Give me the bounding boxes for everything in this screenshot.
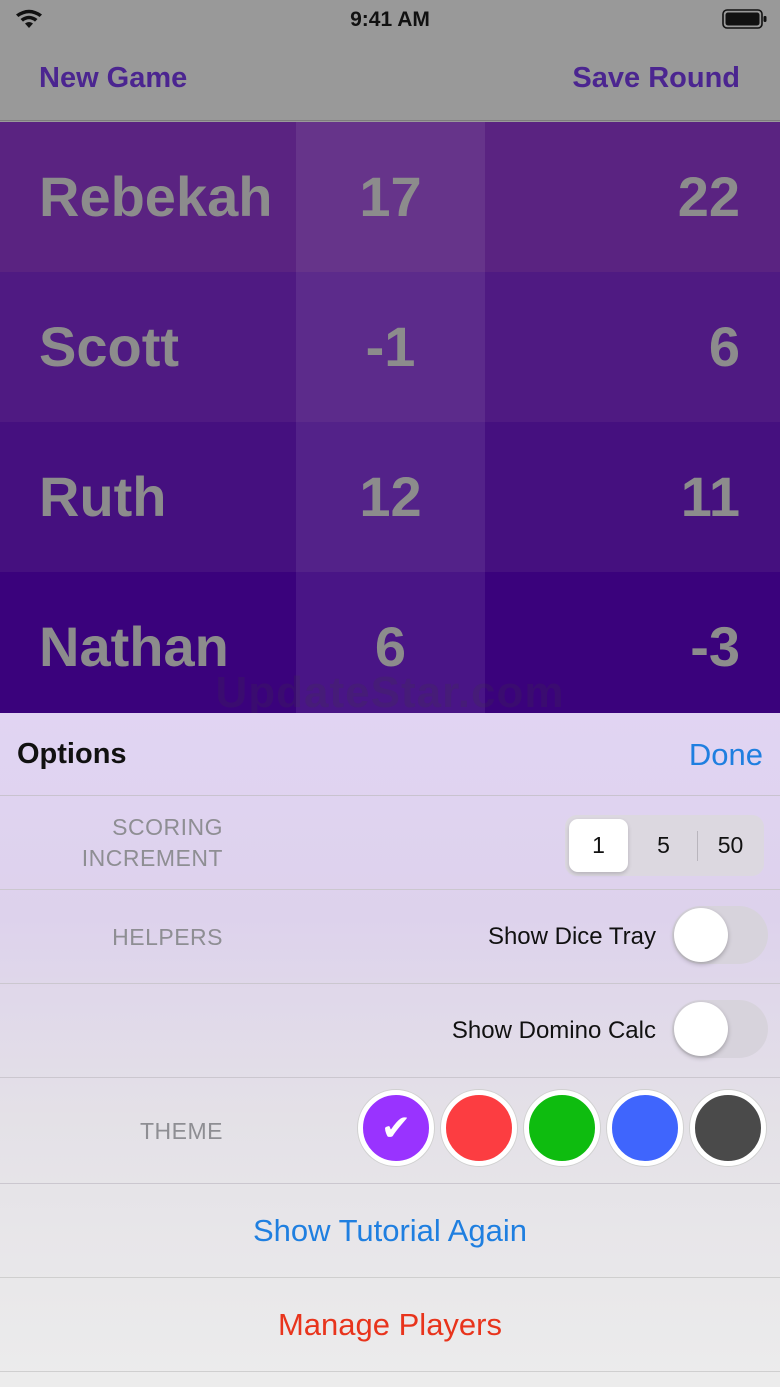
player-name: Scott [39, 315, 179, 378]
options-sheet: Options Done SCORING INCREMENT 1 5 50 HE… [0, 713, 780, 1387]
scoring-increment-label: SCORING INCREMENT [82, 812, 223, 874]
score-table: Rebekah 17 22 Scott -1 6 Ruth 12 11 Nath… [0, 122, 780, 722]
player-name: Ruth [39, 465, 167, 528]
helpers-dice-row: HELPERS Show Dice Tray [0, 890, 780, 984]
segment-divider [697, 831, 698, 861]
options-title: Options [17, 738, 127, 770]
checkmark-icon: ✔ [380, 1107, 412, 1148]
round-score[interactable]: 12 [296, 422, 485, 572]
round-score[interactable]: 17 [296, 122, 485, 272]
helpers-label: HELPERS [112, 924, 223, 950]
show-tutorial-button[interactable]: Show Tutorial Again [0, 1184, 780, 1278]
scoring-label-line2: INCREMENT [81, 845, 223, 871]
toggle-knob [674, 1002, 728, 1056]
scoring-increment-control[interactable]: 1 5 50 [565, 815, 764, 876]
theme-row: THEME ✔ [0, 1078, 780, 1184]
theme-swatch-dark-gray[interactable] [690, 1090, 766, 1166]
scoring-label-line1: SCORING [112, 814, 223, 840]
total-score: 11 [680, 465, 740, 528]
segment-1[interactable]: 1 [569, 819, 628, 872]
status-time: 9:41 AM [350, 8, 430, 31]
total-score: 6 [708, 315, 740, 378]
theme-swatch-red[interactable] [441, 1090, 517, 1166]
done-button[interactable]: Done [689, 737, 763, 773]
show-domino-calc-toggle[interactable] [672, 1000, 768, 1058]
manage-players-button[interactable]: Manage Players [0, 1278, 780, 1372]
theme-swatch-green[interactable] [524, 1090, 600, 1166]
options-header: Options Done [0, 713, 780, 796]
theme-swatch-purple[interactable]: ✔ [358, 1090, 434, 1166]
theme-swatch-blue[interactable] [607, 1090, 683, 1166]
new-game-button[interactable]: New Game [39, 62, 187, 95]
toggle-knob [674, 908, 728, 962]
player-row-rebekah[interactable]: Rebekah 17 22 [0, 122, 780, 272]
player-name: Rebekah [39, 165, 273, 228]
player-row-scott[interactable]: Scott -1 6 [0, 272, 780, 422]
segment-5[interactable]: 5 [634, 819, 693, 872]
nav-bar: New Game Save Round [0, 40, 780, 121]
theme-label: THEME [140, 1118, 223, 1144]
show-dice-tray-toggle[interactable] [672, 906, 768, 964]
watermark: UpdateStar.com [215, 668, 565, 717]
total-score: 22 [677, 165, 740, 228]
show-dice-tray-label: Show Dice Tray [487, 923, 656, 950]
helpers-domino-row: Show Domino Calc [0, 984, 780, 1078]
scoring-increment-row: SCORING INCREMENT 1 5 50 [0, 796, 780, 890]
show-domino-calc-label: Show Domino Calc [451, 1017, 656, 1044]
battery-icon [722, 9, 767, 29]
round-score[interactable]: -1 [296, 272, 485, 422]
segment-50[interactable]: 50 [701, 819, 760, 872]
save-round-button[interactable]: Save Round [572, 62, 740, 95]
status-bar: 9:41 AM [0, 0, 780, 40]
player-row-ruth[interactable]: Ruth 12 11 [0, 422, 780, 572]
